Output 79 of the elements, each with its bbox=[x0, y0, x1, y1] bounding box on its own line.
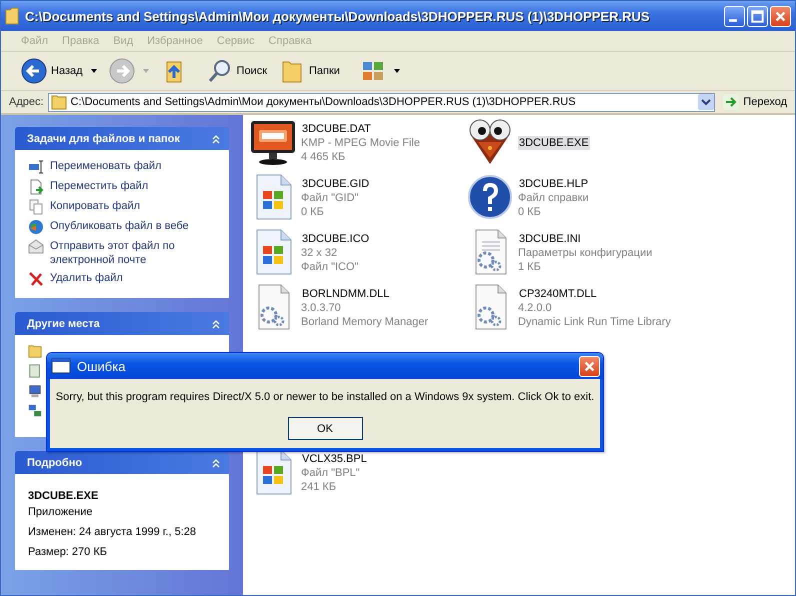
detail-name: 3DCUBE.EXE bbox=[28, 489, 100, 503]
file-info: 1 КБ bbox=[518, 260, 541, 274]
copy-icon bbox=[28, 199, 44, 215]
task-link[interactable]: Опубликовать файл в вебе bbox=[50, 219, 189, 233]
dialog-message: Sorry, but this program requires Direct/X 5.0 or newer to be installed on a Windows 9x system. Click Ok to exit. bbox=[54, 391, 596, 403]
go-arrow-icon bbox=[723, 94, 740, 110]
move-file-icon bbox=[28, 179, 44, 195]
task-link[interactable]: Переместить файл bbox=[50, 179, 148, 193]
file-info: Borland Memory Manager bbox=[301, 315, 428, 329]
collapse-icon[interactable] bbox=[211, 318, 221, 328]
search-button[interactable]: Поиск bbox=[202, 56, 272, 86]
file-info: Файл "BPL" bbox=[301, 466, 360, 480]
folders-button[interactable]: Папки bbox=[275, 56, 344, 86]
file-info: 0 КБ bbox=[301, 205, 324, 219]
detail-modified: Изменен: 24 августа 1999 г., 5:28 bbox=[28, 525, 198, 539]
file-info: 4 465 КБ bbox=[301, 150, 346, 164]
help-icon bbox=[466, 173, 514, 221]
network-icon bbox=[28, 404, 42, 418]
task-link[interactable]: Удалить файл bbox=[50, 271, 123, 285]
file-info: 4.2.0.0 bbox=[518, 301, 552, 315]
file-info: Файл справки bbox=[518, 191, 589, 205]
file-info: KMP - MPEG Movie File bbox=[301, 136, 420, 150]
delete-icon bbox=[28, 271, 44, 287]
file-info: Файл "ICO" bbox=[301, 260, 358, 274]
globe-icon bbox=[28, 219, 44, 235]
back-button[interactable]: Назад bbox=[17, 56, 101, 86]
dropdown-arrow-icon bbox=[90, 69, 97, 73]
file-name[interactable]: 3DCUBE.DAT bbox=[301, 122, 372, 136]
file-name[interactable]: VCLX35.BPL bbox=[301, 452, 368, 466]
minimize-button[interactable] bbox=[724, 6, 745, 26]
folder-icon bbox=[5, 6, 19, 26]
dialog-title: Ошибка bbox=[77, 358, 126, 374]
task-link[interactable]: Копировать файл bbox=[50, 199, 140, 213]
task-link[interactable]: Переименовать файл bbox=[50, 159, 162, 173]
panel-title[interactable]: Подробно bbox=[27, 456, 82, 468]
search-icon bbox=[206, 58, 233, 84]
computer-icon bbox=[28, 384, 42, 398]
documents-icon bbox=[28, 364, 42, 378]
dropdown-arrow-icon bbox=[394, 69, 400, 73]
monitor-icon bbox=[249, 118, 297, 166]
file-info: Файл "GID" bbox=[301, 191, 358, 205]
file-info: 0 КБ bbox=[518, 205, 541, 219]
folder-icon bbox=[28, 344, 42, 358]
detail-size: Размер: 270 КБ bbox=[28, 545, 108, 559]
file-name[interactable]: 3DCUBE.HLP bbox=[518, 177, 590, 191]
maximize-icon bbox=[751, 10, 764, 22]
file-info: 3.0.3.70 bbox=[301, 301, 341, 315]
close-icon bbox=[774, 10, 787, 22]
file-info: Параметры конфигурации bbox=[518, 246, 652, 260]
file-info: 32 x 32 bbox=[301, 246, 338, 260]
folder-icon bbox=[50, 94, 67, 110]
collapse-icon[interactable] bbox=[211, 134, 221, 144]
close-button[interactable] bbox=[770, 6, 791, 26]
file-name[interactable]: 3DCUBE.INI bbox=[518, 232, 582, 246]
file-name[interactable]: BORLNDMM.DLL bbox=[301, 287, 390, 301]
address-label: Адрес: bbox=[9, 96, 44, 108]
task-link[interactable]: Отправить этот файл по электронной почте bbox=[50, 239, 218, 267]
ok-button[interactable]: OK bbox=[288, 417, 362, 440]
file-name[interactable]: 3DCUBE.GID bbox=[301, 177, 370, 191]
file-name[interactable]: 3DCUBE.ICO bbox=[301, 232, 370, 246]
file-name[interactable]: CP3240MT.DLL bbox=[518, 287, 598, 301]
rename-icon bbox=[28, 159, 44, 175]
close-icon bbox=[583, 360, 596, 372]
file-name[interactable]: 3DCUBE.EXE bbox=[518, 136, 590, 150]
dropdown-arrow-icon bbox=[142, 69, 149, 73]
panel-title[interactable]: Задачи для файлов и папок bbox=[27, 132, 180, 144]
panel-title[interactable]: Другие места bbox=[27, 318, 100, 330]
close-button[interactable] bbox=[579, 356, 600, 376]
envelope-icon bbox=[28, 239, 44, 255]
detail-type: Приложение bbox=[28, 505, 94, 519]
window-title: C:\Documents and Settings\Admin\Мои документы\Downloads\3DHOPPER.RUS (1)\3DHOPPER.RUS bbox=[25, 8, 651, 24]
go-button[interactable]: Переход bbox=[719, 94, 791, 110]
minimize-icon bbox=[729, 18, 737, 22]
address-field[interactable]: C:\Documents and Settings\Admin\Мои документы\Downloads\3DHOPPER.RUS (1)\3DHOPPER.RUS bbox=[48, 92, 716, 112]
maximize-button[interactable] bbox=[747, 6, 768, 26]
file-info: 241 КБ bbox=[301, 480, 336, 494]
collapse-icon[interactable] bbox=[211, 458, 221, 468]
file-info: Dynamic Link Run Time Library bbox=[518, 315, 671, 329]
window-icon bbox=[51, 358, 71, 374]
